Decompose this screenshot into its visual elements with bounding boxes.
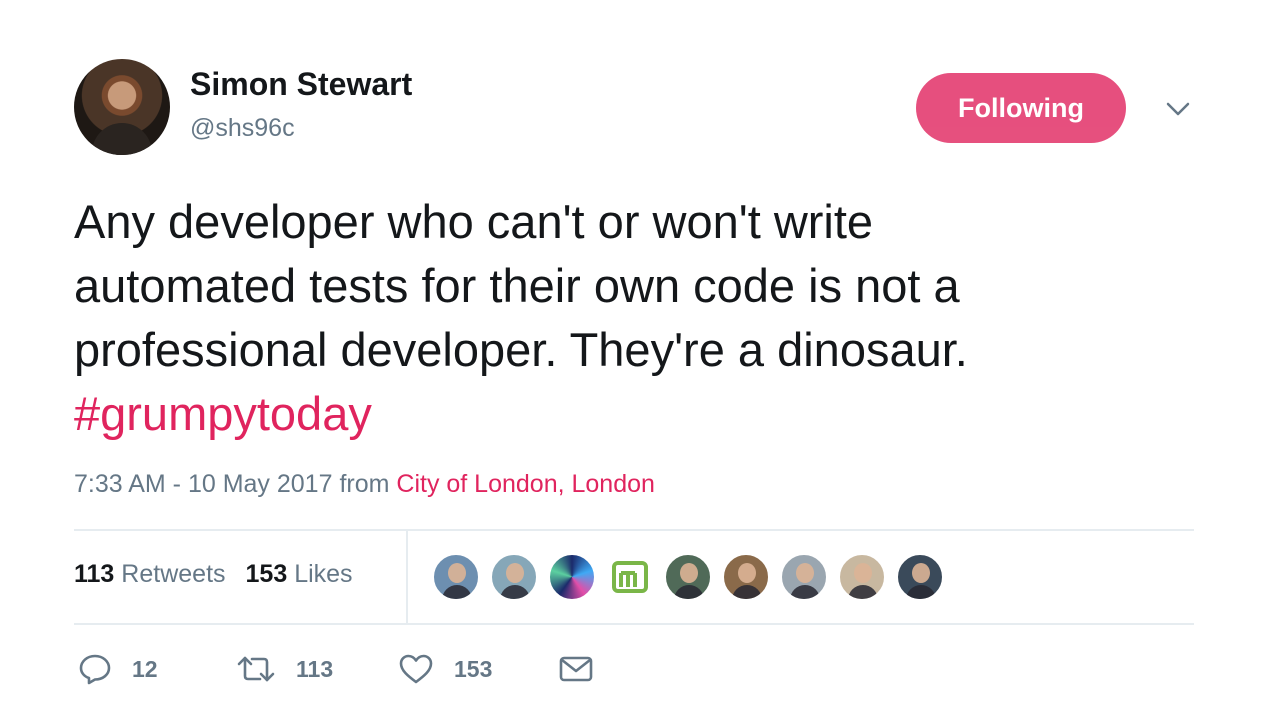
envelope-icon (558, 652, 594, 686)
hashtag-link[interactable]: #grumpytoday (74, 382, 1204, 446)
reply-button[interactable]: 12 (78, 652, 158, 686)
tweet-text-line: Any developer who can't or won't write (74, 195, 874, 248)
tweet-text-line: professional developer. They're a dinosa… (74, 323, 968, 376)
liker-avatar[interactable] (780, 553, 828, 601)
from-label: from (339, 470, 390, 498)
chevron-down-icon[interactable] (1163, 94, 1193, 124)
retweet-count: 113 (296, 655, 334, 682)
tweet-metadata: 7:33 AM - 10 May 2017 from City of Londo… (74, 470, 655, 499)
reply-icon (78, 652, 112, 686)
like-button[interactable]: 153 (398, 652, 492, 686)
liker-avatar[interactable] (490, 553, 538, 601)
liker-avatar[interactable] (896, 553, 944, 601)
liker-avatar[interactable] (432, 553, 480, 601)
divider (406, 531, 408, 623)
liker-avatar[interactable] (838, 553, 886, 601)
author-avatar[interactable] (74, 59, 170, 155)
retweets-count: 113 (74, 560, 115, 588)
tweet-text-line: automated tests for their own code is no… (74, 259, 960, 312)
liker-avatar[interactable] (722, 553, 770, 601)
following-button[interactable]: Following (916, 73, 1126, 143)
retweet-icon (236, 652, 276, 686)
retweets-stat[interactable]: 113 Retweets (74, 560, 226, 589)
tweet-text: Any developer who can't or won't write a… (74, 190, 1204, 446)
likes-label: Likes (294, 560, 353, 588)
likes-count: 153 (245, 560, 288, 588)
retweets-label: Retweets (121, 560, 226, 588)
author-name[interactable]: Simon Stewart (190, 66, 412, 103)
tweet-timestamp[interactable]: 7:33 AM - 10 May 2017 (74, 470, 332, 498)
engagement-stats: 113 Retweets 153 Likes (74, 560, 353, 589)
location-link[interactable]: City of London, London (396, 470, 655, 498)
tweet-card: Simon Stewart @shs96c Following Any deve… (0, 0, 1272, 717)
heart-icon (398, 652, 434, 686)
liker-avatar[interactable] (548, 553, 596, 601)
divider (74, 529, 1194, 531)
author-handle[interactable]: @shs96c (190, 114, 295, 143)
liker-avatar[interactable] (664, 553, 712, 601)
divider (74, 623, 1194, 625)
retweet-button[interactable]: 113 (236, 652, 333, 686)
likes-stat[interactable]: 153 Likes (246, 560, 353, 589)
liker-avatar[interactable] (606, 553, 654, 601)
reply-count: 12 (132, 655, 158, 682)
like-count: 153 (454, 655, 493, 682)
direct-message-button[interactable] (558, 652, 594, 686)
